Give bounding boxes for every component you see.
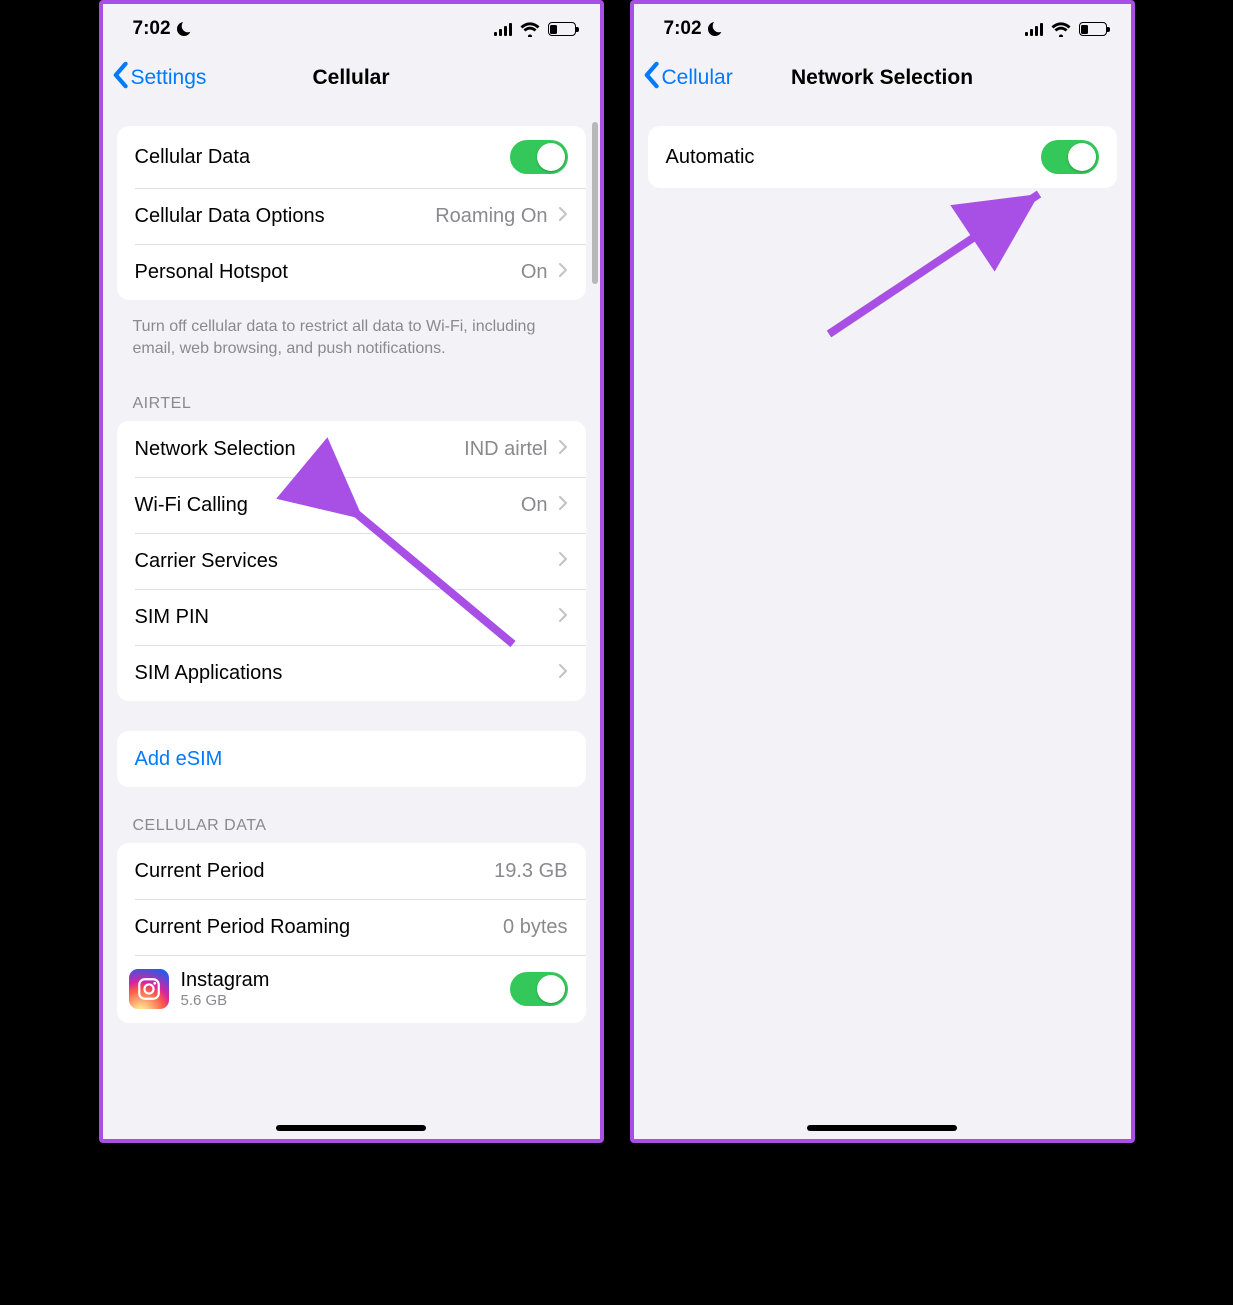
screenshot-cellular: 7:02 Settings Cellular (99, 0, 604, 1143)
status-time: 7:02 (664, 18, 702, 40)
home-indicator[interactable] (807, 1125, 957, 1131)
scrollbar[interactable] (592, 122, 598, 284)
home-indicator[interactable] (276, 1125, 426, 1131)
toggle-cellular-data[interactable] (510, 140, 568, 174)
row-wifi-calling[interactable]: Wi-Fi Calling On (117, 477, 586, 533)
chevron-right-icon (558, 261, 568, 284)
row-value: Roaming On (435, 205, 547, 228)
row-label: Personal Hotspot (135, 261, 288, 284)
cellular-signal-icon (1025, 22, 1043, 36)
group-automatic: Automatic (648, 126, 1117, 188)
row-value: IND airtel (464, 438, 547, 461)
chevron-right-icon (558, 205, 568, 228)
back-button[interactable]: Settings (103, 61, 207, 95)
row-value: On (521, 261, 548, 284)
chevron-right-icon (558, 494, 568, 517)
app-name: Instagram (181, 969, 270, 992)
row-current-period-roaming[interactable]: Current Period Roaming 0 bytes (117, 899, 586, 955)
do-not-disturb-icon (708, 22, 722, 36)
row-sim-pin[interactable]: SIM PIN (117, 589, 586, 645)
row-label: SIM PIN (135, 606, 209, 629)
row-label: Cellular Data Options (135, 205, 325, 228)
row-label: Wi-Fi Calling (135, 494, 248, 517)
row-label: SIM Applications (135, 662, 283, 685)
row-label: Add eSIM (135, 748, 223, 771)
page-title: Cellular (312, 66, 389, 90)
chevron-right-icon (558, 606, 568, 629)
group-cellular-main: Cellular Data Cellular Data Options Roam… (117, 126, 586, 300)
row-label: Carrier Services (135, 550, 278, 573)
group-carrier: Network Selection IND airtel Wi-Fi Calli… (117, 421, 586, 701)
row-cellular-data[interactable]: Cellular Data (117, 126, 586, 188)
chevron-left-icon (111, 61, 129, 95)
nav-header: Settings Cellular (103, 52, 600, 104)
row-label: Network Selection (135, 438, 296, 461)
row-label: Automatic (666, 146, 755, 169)
row-personal-hotspot[interactable]: Personal Hotspot On (117, 244, 586, 300)
footnote-cellular-data: Turn off cellular data to restrict all d… (103, 308, 600, 359)
page-title: Network Selection (791, 66, 973, 90)
row-value: 19.3 GB (494, 860, 567, 883)
row-value: On (521, 494, 548, 517)
row-sim-applications[interactable]: SIM Applications (117, 645, 586, 701)
group-data-usage: Current Period 19.3 GB Current Period Ro… (117, 843, 586, 1023)
wifi-icon (1051, 21, 1071, 37)
back-button[interactable]: Cellular (634, 61, 733, 95)
back-label: Cellular (662, 66, 733, 90)
row-automatic[interactable]: Automatic (648, 126, 1117, 188)
section-header-carrier: AIRTEL (103, 395, 600, 421)
status-time: 7:02 (133, 18, 171, 40)
status-bar: 7:02 (103, 4, 600, 52)
app-usage: 5.6 GB (181, 992, 270, 1009)
screenshot-network-selection: 7:02 Cellular Network Selection (630, 0, 1135, 1143)
row-cellular-data-options[interactable]: Cellular Data Options Roaming On (117, 188, 586, 244)
row-network-selection[interactable]: Network Selection IND airtel (117, 421, 586, 477)
group-add-esim: Add eSIM (117, 731, 586, 787)
row-label: Current Period (135, 860, 265, 883)
instagram-icon (129, 969, 169, 1009)
row-add-esim[interactable]: Add eSIM (117, 731, 586, 787)
row-value: 0 bytes (503, 916, 567, 939)
chevron-right-icon (558, 550, 568, 573)
row-label: Current Period Roaming (135, 916, 351, 939)
back-label: Settings (131, 66, 207, 90)
status-bar: 7:02 (634, 4, 1131, 52)
section-header-cellular-data: CELLULAR DATA (103, 817, 600, 843)
row-app-instagram[interactable]: Instagram 5.6 GB (117, 955, 586, 1023)
chevron-left-icon (642, 61, 660, 95)
row-carrier-services[interactable]: Carrier Services (117, 533, 586, 589)
row-current-period[interactable]: Current Period 19.3 GB (117, 843, 586, 899)
annotation-arrow (819, 174, 1069, 344)
chevron-right-icon (558, 662, 568, 685)
chevron-right-icon (558, 438, 568, 461)
do-not-disturb-icon (177, 22, 191, 36)
toggle-app-instagram[interactable] (510, 972, 568, 1006)
battery-icon (1079, 22, 1107, 36)
battery-icon (548, 22, 576, 36)
toggle-automatic[interactable] (1041, 140, 1099, 174)
wifi-icon (520, 21, 540, 37)
cellular-signal-icon (494, 22, 512, 36)
nav-header: Cellular Network Selection (634, 52, 1131, 104)
row-label: Cellular Data (135, 146, 251, 169)
